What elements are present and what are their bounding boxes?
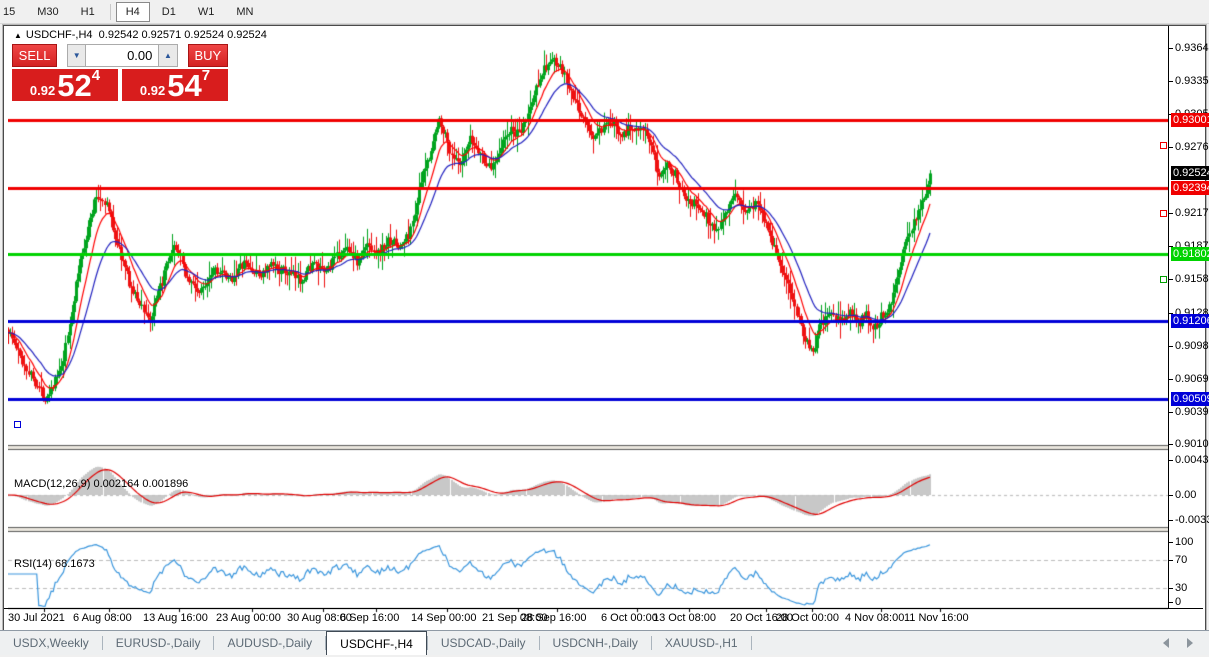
chart-title: ▲ USDCHF-,H4 0.92542 0.92571 0.92524 0.92… [14, 29, 267, 41]
timeframe-button-w1[interactable]: W1 [188, 2, 225, 22]
sell-price-display[interactable]: 0.92 52 4 [12, 69, 118, 101]
date-axis-separator [4, 608, 1203, 609]
chart-tab-eurusd-daily[interactable]: EURUSD-,Daily [103, 631, 214, 655]
timeframe-toolbar: 15M30H1 H4D1W1MN [0, 0, 1209, 24]
rsi-label: RSI(14) 68.1673 [14, 558, 95, 570]
sell-price-big: 52 [57, 73, 91, 99]
volume-decrease-icon[interactable]: ▼ [67, 44, 86, 67]
date-tick-label: 6 Aug 08:00 [73, 612, 132, 624]
sell-price-prefix: 0.92 [30, 83, 55, 98]
price-badge: 0.93001 [1171, 113, 1209, 127]
chart-tab-usdx-weekly[interactable]: USDX,Weekly [0, 631, 102, 655]
chart-tab-audusd-daily[interactable]: AUDUSD-,Daily [214, 631, 325, 655]
macd-tick-label: 0.00 [1175, 489, 1196, 501]
axis-tick [1169, 379, 1173, 380]
chart-symbol-label: USDCHF-,H4 [26, 29, 93, 41]
axis-tick [1169, 48, 1173, 49]
tab-scroll-right-icon[interactable] [1187, 638, 1193, 648]
timeframe-button-15[interactable]: 15 [0, 2, 25, 22]
tab-separator [751, 636, 752, 650]
chart-window: ▲ USDCHF-,H4 0.92542 0.92571 0.92524 0.92… [3, 25, 1206, 631]
axis-tick [1169, 444, 1173, 445]
chart-tab-usdcad-daily[interactable]: USDCAD-,Daily [428, 631, 539, 655]
chart-tab-usdchf-h4[interactable]: USDCHF-,H4 [326, 631, 427, 655]
price-tick-label: 0.90690 [1175, 373, 1209, 385]
line-drag-handle[interactable] [1160, 210, 1167, 217]
date-tick-label: 28 Sep 16:00 [521, 612, 586, 624]
date-tick-label: 14 Sep 00:00 [411, 612, 476, 624]
price-badge: 0.91206 [1171, 314, 1209, 328]
chart-canvas[interactable] [8, 26, 1168, 628]
buy-price-prefix: 0.92 [140, 83, 165, 98]
buy-price-pip: 7 [202, 67, 210, 84]
chart-tab-usdcnh-daily[interactable]: USDCNH-,Daily [540, 631, 651, 655]
sell-button[interactable]: SELL [12, 44, 57, 67]
price-badge: 0.91802 [1171, 247, 1209, 261]
date-tick-label: 28 Oct 00:00 [776, 612, 839, 624]
collapse-panel-icon[interactable]: ▲ [14, 31, 22, 40]
timeframe-button-d1[interactable]: D1 [152, 2, 186, 22]
axis-tick [1169, 602, 1173, 603]
line-drag-handle[interactable] [1160, 142, 1167, 149]
chart-tab-bar: USDX,WeeklyEURUSD-,DailyAUDUSD-,DailyUSD… [0, 630, 1209, 655]
rsi-tick-label: 70 [1175, 554, 1187, 566]
price-tick-label: 0.93645 [1175, 42, 1209, 54]
buy-button[interactable]: BUY [188, 44, 228, 67]
rsi-tick-label: 0 [1175, 596, 1181, 608]
price-tick-label: 0.92760 [1175, 141, 1209, 153]
price-axis: 0.936450.933500.930550.927600.921700.918… [1168, 26, 1203, 608]
axis-tick [1169, 279, 1173, 280]
buy-price-big: 54 [167, 73, 201, 99]
timeframe-button-h1[interactable]: H1 [71, 2, 105, 22]
timeframe-button-m30[interactable]: M30 [27, 2, 68, 22]
price-tick-label: 0.90985 [1175, 340, 1209, 352]
price-badge: 0.90509 [1171, 392, 1209, 406]
chart-tab-xauusd-h1[interactable]: XAUUSD-,H1 [652, 631, 751, 655]
buy-price-display[interactable]: 0.92 54 7 [122, 69, 228, 101]
date-tick-label: 6 Sep 16:00 [340, 612, 399, 624]
volume-input[interactable] [86, 44, 158, 67]
axis-tick [1169, 81, 1173, 82]
macd-tick-label: 0.004366 [1175, 454, 1209, 466]
date-tick-label: 4 Nov 08:00 [845, 612, 904, 624]
date-tick-label: 11 Nov 16:00 [904, 612, 969, 624]
date-tick-label: 23 Aug 00:00 [216, 612, 281, 624]
axis-tick [1169, 588, 1173, 589]
date-tick-label: 6 Oct 00:00 [601, 612, 658, 624]
date-tick-label: 13 Aug 16:00 [143, 612, 208, 624]
axis-tick [1169, 560, 1173, 561]
line-drag-handle[interactable] [14, 421, 21, 428]
price-badge: 0.92524 [1171, 166, 1209, 180]
axis-tick [1169, 542, 1173, 543]
axis-tick [1169, 495, 1173, 496]
axis-tick [1169, 412, 1173, 413]
axis-tick [1169, 460, 1173, 461]
sell-price-pip: 4 [92, 67, 100, 84]
price-tick-label: 0.90100 [1175, 438, 1209, 450]
price-badge: 0.92394 [1171, 181, 1209, 195]
timeframe-button-mn[interactable]: MN [226, 2, 263, 22]
date-tick-label: 30 Jul 2021 [8, 612, 65, 624]
timeframe-button-h4[interactable]: H4 [116, 2, 150, 22]
one-click-trading-panel: SELL ▼ ▲ BUY 0.92 52 4 0.92 54 7 [12, 44, 228, 101]
price-tick-label: 0.93350 [1175, 75, 1209, 87]
rsi-tick-label: 100 [1175, 536, 1193, 548]
volume-increase-icon[interactable]: ▲ [158, 44, 177, 67]
rsi-tick-label: 30 [1175, 582, 1187, 594]
price-tick-label: 0.92170 [1175, 207, 1209, 219]
axis-tick [1169, 520, 1173, 521]
axis-tick [1169, 213, 1173, 214]
tab-scroll-left-icon[interactable] [1163, 638, 1169, 648]
price-tick-label: 0.91580 [1175, 273, 1209, 285]
toolbar-separator [110, 4, 111, 20]
date-tick-label: 13 Oct 08:00 [653, 612, 716, 624]
axis-tick [1169, 147, 1173, 148]
axis-tick [1169, 346, 1173, 347]
line-drag-handle[interactable] [1160, 276, 1167, 283]
macd-label: MACD(12,26,9) 0.002164 0.001896 [14, 478, 188, 490]
chart-ohlc-values: 0.92542 0.92571 0.92524 0.92524 [99, 29, 267, 41]
price-tick-label: 0.90395 [1175, 406, 1209, 418]
macd-tick-label: -0.00336 [1175, 514, 1209, 526]
